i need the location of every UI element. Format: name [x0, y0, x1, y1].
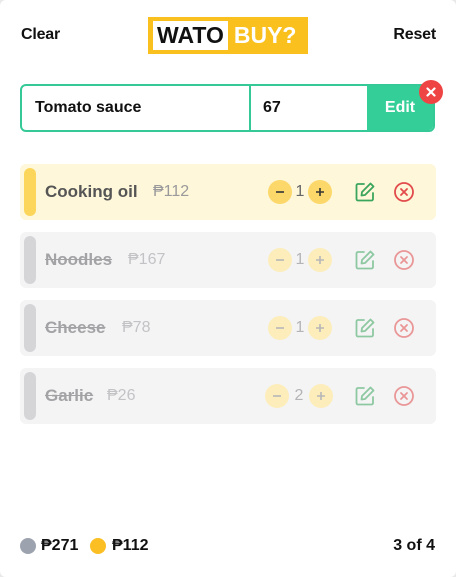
edit-icon[interactable]: [354, 181, 376, 203]
increment-button[interactable]: [308, 316, 332, 340]
quantity-value: 2: [294, 387, 304, 404]
delete-icon[interactable]: [393, 249, 415, 271]
list-item[interactable]: Noodles ₱167 1: [20, 232, 436, 288]
clear-button[interactable]: Clear: [21, 26, 60, 44]
cancel-edit-button[interactable]: [419, 80, 443, 104]
quantity-stepper: 1: [268, 180, 332, 204]
decrement-button[interactable]: [265, 384, 289, 408]
plus-icon: [316, 256, 324, 264]
edit-icon[interactable]: [354, 249, 376, 271]
item-name-input[interactable]: [22, 86, 251, 130]
item-price: ₱78: [122, 319, 151, 336]
item-name: Noodles: [45, 250, 113, 269]
minus-icon: [276, 327, 284, 329]
status-bar[interactable]: [24, 304, 36, 352]
status-bar[interactable]: [24, 236, 36, 284]
plus-icon: [317, 392, 325, 400]
item-price-input[interactable]: [251, 86, 367, 130]
quantity-value: 1: [295, 251, 305, 268]
plus-icon: [316, 188, 324, 196]
quantity-stepper: 1: [268, 248, 332, 272]
logo-text-buy: BUY?: [233, 22, 297, 48]
decrement-button[interactable]: [268, 316, 292, 340]
edit-icon[interactable]: [354, 317, 376, 339]
status-bar[interactable]: [24, 168, 36, 216]
item-name: Cheese: [45, 318, 106, 337]
quantity-stepper: 2: [265, 384, 333, 408]
quantity-value: 1: [295, 319, 305, 336]
status-bar[interactable]: [24, 372, 36, 420]
close-icon: [426, 87, 436, 97]
delete-icon[interactable]: [393, 181, 415, 203]
done-indicator-dot: [20, 538, 36, 554]
minus-icon: [273, 395, 281, 397]
header: Clear WATO BUY? Reset: [0, 0, 456, 72]
increment-button[interactable]: [309, 384, 333, 408]
reset-button[interactable]: Reset: [393, 26, 436, 44]
minus-icon: [276, 259, 284, 261]
shopping-list: Cooking oil ₱112 1 Noodles ₱167 1 Cheese…: [20, 164, 436, 436]
item-name: Garlic: [45, 386, 94, 405]
footer: ₱271 ₱112 3 of 4: [0, 530, 456, 560]
delete-icon[interactable]: [393, 317, 415, 339]
quantity-value: 1: [295, 183, 305, 200]
list-item[interactable]: Cheese ₱78 1: [20, 300, 436, 356]
logo-text-wato: WATO: [153, 21, 228, 50]
remaining-indicator-dot: [90, 538, 106, 554]
progress-count: 3 of 4: [393, 537, 435, 554]
list-item[interactable]: Cooking oil ₱112 1: [20, 164, 436, 220]
list-item[interactable]: Garlic ₱26 2: [20, 368, 436, 424]
increment-button[interactable]: [308, 248, 332, 272]
logo: WATO BUY?: [148, 17, 308, 54]
item-price: ₱112: [153, 183, 190, 200]
quantity-stepper: 1: [268, 316, 332, 340]
increment-button[interactable]: [308, 180, 332, 204]
item-price: ₱26: [107, 387, 136, 404]
decrement-button[interactable]: [268, 248, 292, 272]
decrement-button[interactable]: [268, 180, 292, 204]
remaining-total: ₱112: [112, 537, 149, 554]
edit-icon[interactable]: [354, 385, 376, 407]
minus-icon: [276, 191, 284, 193]
plus-icon: [316, 324, 324, 332]
item-form: Edit: [20, 80, 443, 132]
done-total: ₱271: [41, 537, 79, 554]
delete-icon[interactable]: [393, 385, 415, 407]
item-name: Cooking oil: [45, 182, 138, 201]
item-price: ₱167: [128, 251, 166, 268]
app-window: Clear WATO BUY? Reset Edit Cooking oil ₱…: [0, 0, 456, 577]
